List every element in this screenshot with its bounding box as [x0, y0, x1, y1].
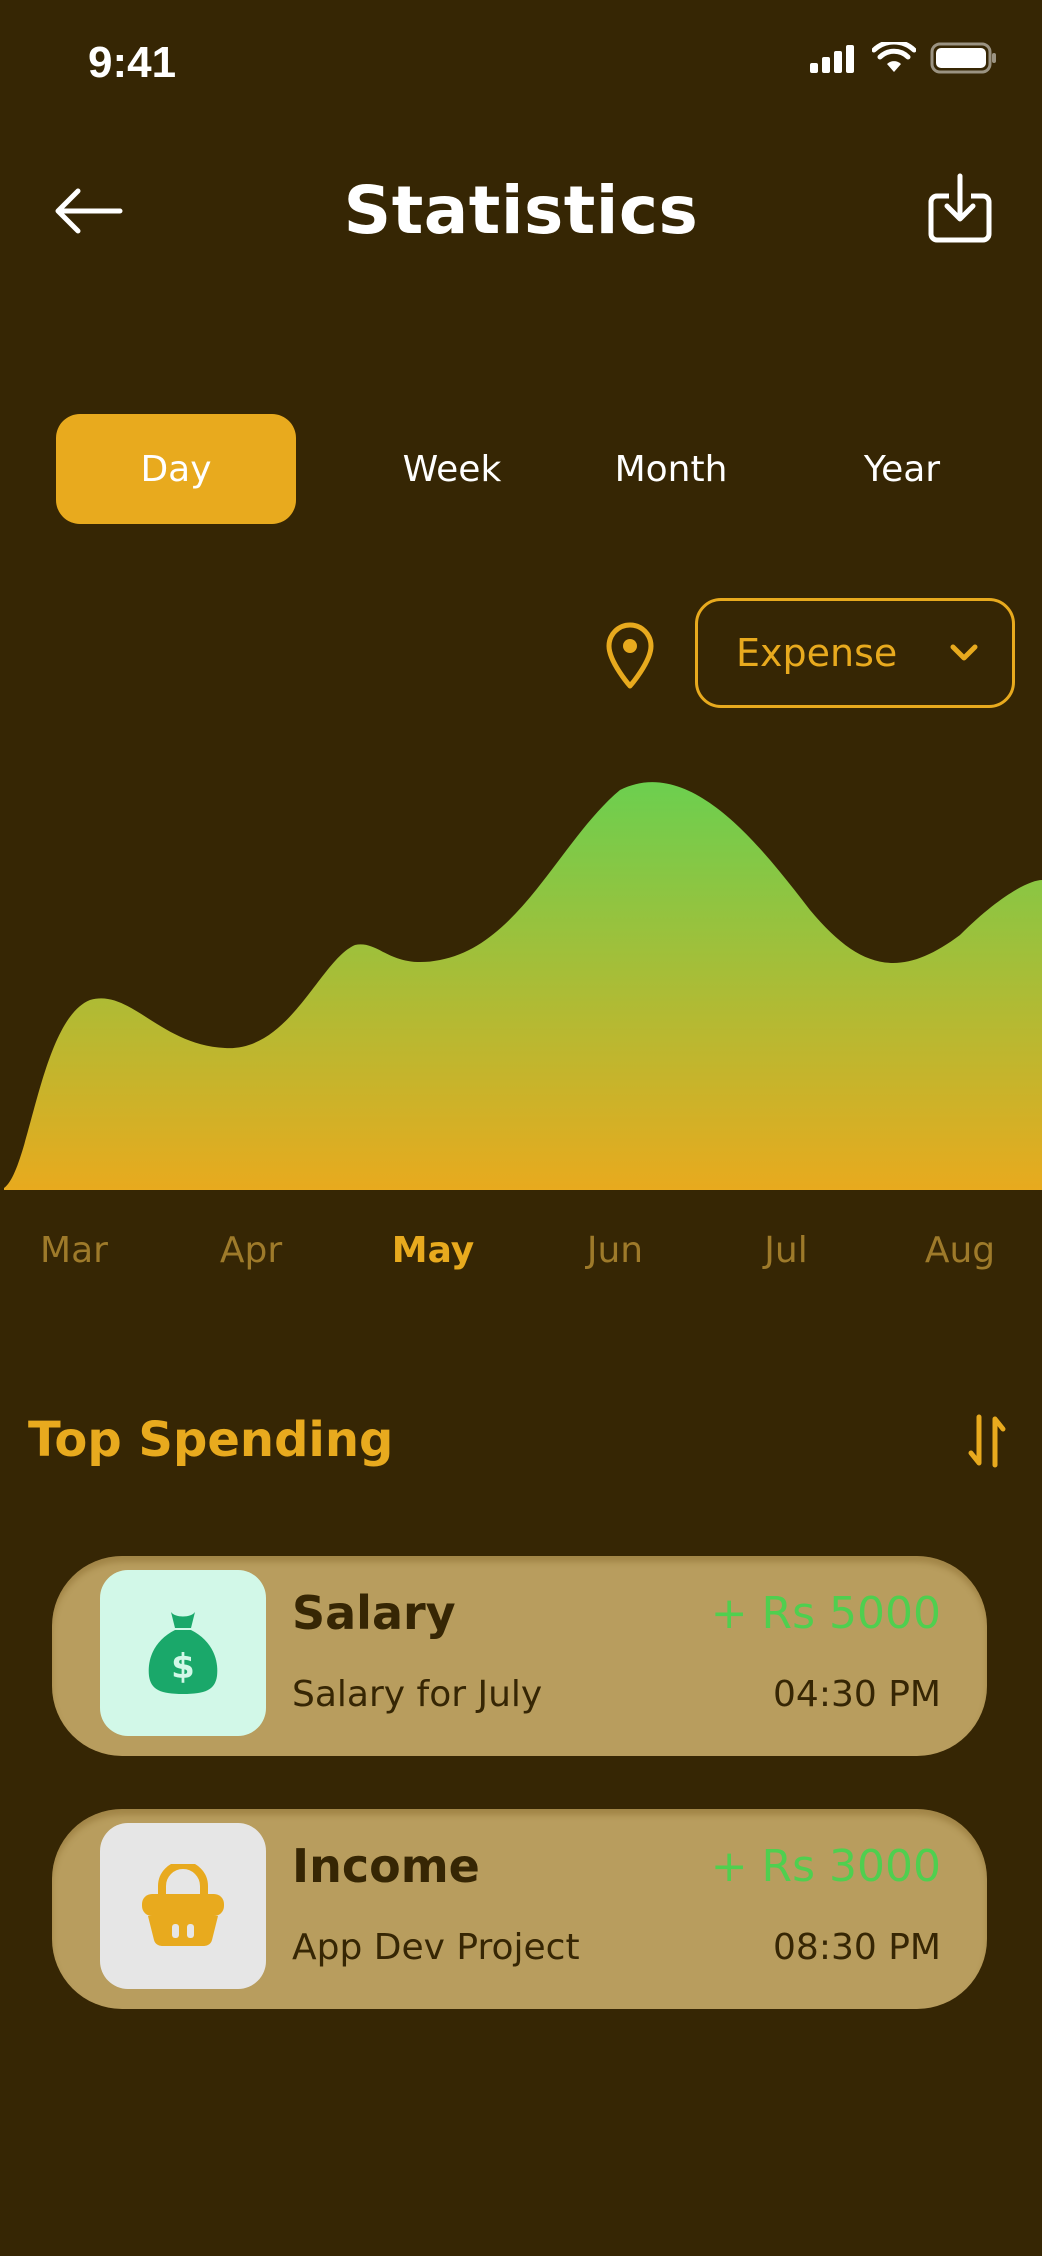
- transaction-amount: + Rs 3000: [710, 1841, 941, 1892]
- signal-icon: [810, 45, 854, 73]
- download-icon: [928, 173, 992, 243]
- tab-month[interactable]: Month: [600, 414, 742, 524]
- tab-week[interactable]: Week: [372, 414, 532, 524]
- transaction-subtitle: App Dev Project: [292, 1927, 580, 1968]
- chart-area: [4, 782, 1042, 1190]
- transaction-icon-tile: $: [100, 1570, 266, 1736]
- dropdown-value: Expense: [736, 631, 898, 675]
- transaction-card[interactable]: Income App Dev Project + Rs 3000 08:30 P…: [52, 1809, 987, 2009]
- sort-icon: [968, 1414, 1006, 1468]
- svg-text:$: $: [171, 1647, 195, 1687]
- statistics-chart: [4, 782, 1042, 1190]
- battery-icon: [930, 42, 996, 74]
- money-bag-icon: $: [148, 1612, 218, 1694]
- section-title: Top Spending: [28, 1412, 394, 1468]
- transaction-title: Income: [292, 1839, 480, 1893]
- transaction-time: 04:30 PM: [773, 1674, 941, 1715]
- month-label: Jun: [586, 1230, 644, 1271]
- location-pin-icon: [606, 622, 654, 689]
- status-time: 9:41: [88, 38, 177, 87]
- transaction-time: 08:30 PM: [773, 1927, 941, 1968]
- transaction-icon-tile: [100, 1823, 266, 1989]
- download-button[interactable]: [922, 168, 998, 248]
- month-label: Mar: [40, 1230, 108, 1271]
- tab-year[interactable]: Year: [822, 414, 982, 524]
- month-label[interactable]: May: [363, 1230, 503, 1271]
- transaction-card[interactable]: $ Salary Salary for July + Rs 5000 04:30…: [52, 1556, 987, 1756]
- type-dropdown[interactable]: Expense: [695, 598, 1015, 708]
- transaction-title: Salary: [292, 1586, 456, 1640]
- location-button[interactable]: [600, 618, 660, 694]
- transaction-amount: + Rs 5000: [710, 1588, 941, 1639]
- transaction-subtitle: Salary for July: [292, 1674, 543, 1715]
- month-label: Aug: [924, 1230, 996, 1271]
- page-title: Statistics: [343, 172, 699, 249]
- month-label: Apr: [219, 1230, 283, 1271]
- status-icons: [808, 42, 998, 74]
- wifi-icon: [872, 42, 916, 72]
- chevron-down-icon: [950, 644, 978, 661]
- sort-button[interactable]: [962, 1410, 1012, 1472]
- basket-icon: [142, 1864, 224, 1947]
- month-label: Jul: [764, 1230, 808, 1271]
- tab-day[interactable]: Day: [56, 414, 296, 524]
